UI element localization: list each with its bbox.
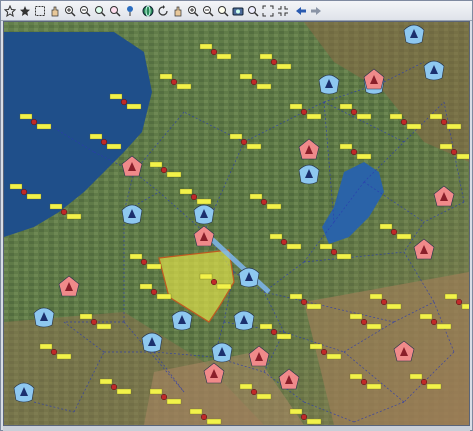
expand-icon — [262, 5, 274, 17]
zoom-in-button[interactable] — [63, 4, 77, 18]
friendly-unit-icon[interactable] — [423, 60, 445, 81]
zoom-window-button[interactable] — [108, 4, 122, 18]
map-application-window — [0, 0, 473, 431]
friendly-unit-icon[interactable] — [298, 164, 320, 185]
friendly-unit-icon[interactable] — [13, 382, 35, 403]
hand-icon — [172, 5, 184, 17]
star-outline-icon — [4, 4, 16, 17]
zoom-out-icon — [79, 5, 91, 17]
friendly-unit-icon[interactable] — [211, 342, 233, 363]
friendly-unit-icon[interactable] — [318, 74, 340, 95]
zoom-all-icon — [247, 5, 259, 17]
zoom-out-button[interactable] — [78, 4, 92, 18]
friendly-unit-icon[interactable] — [238, 267, 260, 288]
zoom-all-button[interactable] — [246, 4, 260, 18]
zoom-window-icon — [109, 5, 121, 17]
pin-icon — [124, 5, 136, 17]
arrow-right-button[interactable] — [309, 4, 323, 18]
refresh-icon — [157, 4, 169, 17]
friendly-unit-icon[interactable] — [121, 204, 143, 225]
zoom-in-2-button[interactable] — [186, 4, 200, 18]
zoom-out-2-button[interactable] — [201, 4, 215, 18]
zoom-fit-icon — [94, 5, 106, 17]
star-outline-button[interactable] — [3, 4, 17, 18]
map-viewport[interactable] — [3, 21, 470, 426]
refresh-button[interactable] — [156, 4, 170, 18]
collapse-button[interactable] — [276, 4, 290, 18]
expand-button[interactable] — [261, 4, 275, 18]
pan-hand-button[interactable] — [48, 4, 62, 18]
select-region-icon — [34, 5, 46, 17]
arrow-left-icon — [295, 5, 307, 17]
zoom-area-icon — [217, 5, 229, 17]
star-filled-button[interactable] — [18, 4, 32, 18]
status-bar — [3, 426, 470, 431]
zoom-in-2-icon — [187, 5, 199, 17]
pin-button[interactable] — [123, 4, 137, 18]
pan-hand-icon — [49, 5, 61, 17]
tactical-map[interactable] — [4, 22, 469, 425]
friendly-unit-icon[interactable] — [171, 310, 193, 331]
friendly-unit-icon[interactable] — [33, 307, 55, 328]
camera-icon — [232, 5, 244, 17]
friendly-unit-icon[interactable] — [193, 204, 215, 225]
map-toolbar — [1, 1, 472, 21]
zoom-fit-button[interactable] — [93, 4, 107, 18]
camera-button[interactable] — [231, 4, 245, 18]
friendly-unit-icon[interactable] — [233, 310, 255, 331]
select-region-button[interactable] — [33, 4, 47, 18]
friendly-unit-icon[interactable] — [141, 332, 163, 353]
collapse-icon — [277, 5, 289, 17]
friendly-unit-icon[interactable] — [403, 24, 425, 45]
zoom-in-icon — [64, 5, 76, 17]
star-filled-icon — [19, 5, 31, 17]
zoom-out-2-icon — [202, 5, 214, 17]
hand-button[interactable] — [171, 4, 185, 18]
arrow-left-button[interactable] — [294, 4, 308, 18]
globe-icon — [142, 5, 154, 17]
arrow-right-icon — [310, 5, 322, 17]
zoom-area-button[interactable] — [216, 4, 230, 18]
globe-button[interactable] — [141, 4, 155, 18]
